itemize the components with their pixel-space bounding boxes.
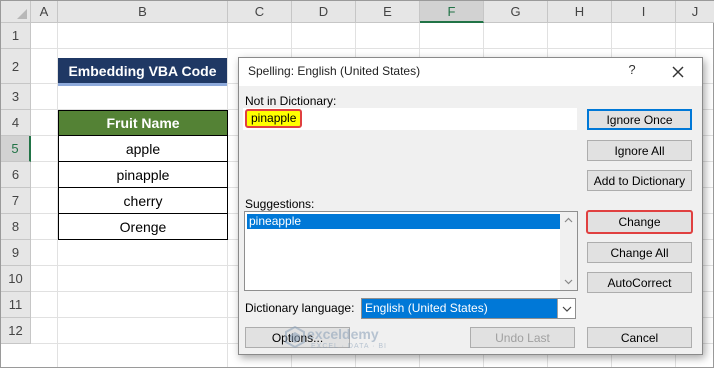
watermark-name: exceldemy — [307, 326, 379, 342]
ignore-all-button[interactable]: Ignore All — [587, 140, 692, 161]
title-cell[interactable]: Embedding VBA Code — [58, 58, 227, 86]
column-header-a[interactable]: A — [31, 1, 58, 23]
close-icon — [672, 66, 684, 78]
select-all-corner[interactable] — [1, 1, 31, 23]
row-header-9[interactable]: 9 — [1, 240, 31, 266]
row-header-8[interactable]: 8 — [1, 214, 31, 240]
ignore-once-button[interactable]: Ignore Once — [587, 109, 692, 130]
misspelled-word: pinapple — [245, 109, 303, 128]
row-header-12[interactable]: 12 — [1, 318, 31, 344]
dictionary-language-value: English (United States) — [365, 301, 488, 315]
fruit-table: Fruit Name apple pinapple cherry Orenge — [58, 110, 228, 240]
suggestions-list[interactable]: pineapple — [244, 211, 578, 291]
row-header-7[interactable]: 7 — [1, 188, 31, 214]
dictionary-language-label: Dictionary language: — [245, 301, 355, 315]
row-header-4[interactable]: 4 — [1, 110, 31, 136]
close-button[interactable] — [667, 61, 689, 83]
suggestions-scrollbar[interactable] — [560, 212, 577, 290]
row-header-11[interactable]: 11 — [1, 292, 31, 318]
column-header-g[interactable]: G — [484, 1, 548, 23]
row-header-2[interactable]: 2 — [1, 49, 31, 84]
column-header-j[interactable]: J — [676, 1, 714, 23]
watermark-tagline: EXCEL · DATA · BI — [311, 343, 387, 350]
suggestion-item[interactable]: pineapple — [247, 214, 560, 229]
column-header-d[interactable]: D — [292, 1, 356, 23]
grid-line — [31, 48, 713, 49]
row-header-6[interactable]: 6 — [1, 162, 31, 188]
dialog-titlebar[interactable]: Spelling: English (United States) ? — [239, 58, 702, 86]
fruit-cell[interactable]: Orenge — [58, 214, 228, 240]
suggestions-label: Suggestions: — [245, 197, 315, 211]
row-header-10[interactable]: 10 — [1, 266, 31, 292]
add-to-dictionary-button[interactable]: Add to Dictionary — [587, 170, 692, 191]
column-header-h[interactable]: H — [548, 1, 612, 23]
fruit-cell[interactable]: apple — [58, 136, 228, 162]
dropdown-button[interactable] — [557, 299, 575, 318]
row-header-1[interactable]: 1 — [1, 23, 31, 49]
help-button[interactable]: ? — [623, 62, 641, 82]
watermark: exceldemy EXCEL · DATA · BI — [285, 324, 425, 354]
chevron-down-icon — [562, 306, 572, 312]
column-header-b[interactable]: B — [58, 1, 228, 23]
fruit-table-header[interactable]: Fruit Name — [58, 110, 228, 136]
fruit-cell[interactable]: cherry — [58, 188, 228, 214]
column-header-f[interactable]: F — [420, 1, 484, 23]
autocorrect-button[interactable]: AutoCorrect — [587, 272, 692, 293]
undo-last-button[interactable]: Undo Last — [470, 327, 575, 348]
column-header-i[interactable]: I — [612, 1, 676, 23]
not-in-dictionary-label: Not in Dictionary: — [245, 94, 337, 108]
scroll-down-icon[interactable] — [564, 277, 573, 286]
cancel-button[interactable]: Cancel — [587, 327, 692, 348]
dictionary-language-select[interactable]: English (United States) — [361, 298, 576, 319]
change-all-button[interactable]: Change All — [587, 242, 692, 263]
row-header-3[interactable]: 3 — [1, 84, 31, 110]
change-button[interactable]: Change — [586, 210, 693, 234]
column-header-e[interactable]: E — [356, 1, 420, 23]
not-in-dictionary-field[interactable]: pinapple — [243, 108, 577, 130]
exceldemy-logo-icon — [285, 326, 305, 348]
dialog-title: Spelling: English (United States) — [248, 64, 421, 78]
row-header-5[interactable]: 5 — [1, 136, 31, 162]
column-header-c[interactable]: C — [228, 1, 292, 23]
scroll-up-icon[interactable] — [564, 216, 573, 225]
spelling-dialog: Spelling: English (United States) ? Not … — [238, 57, 703, 355]
fruit-cell[interactable]: pinapple — [58, 162, 228, 188]
